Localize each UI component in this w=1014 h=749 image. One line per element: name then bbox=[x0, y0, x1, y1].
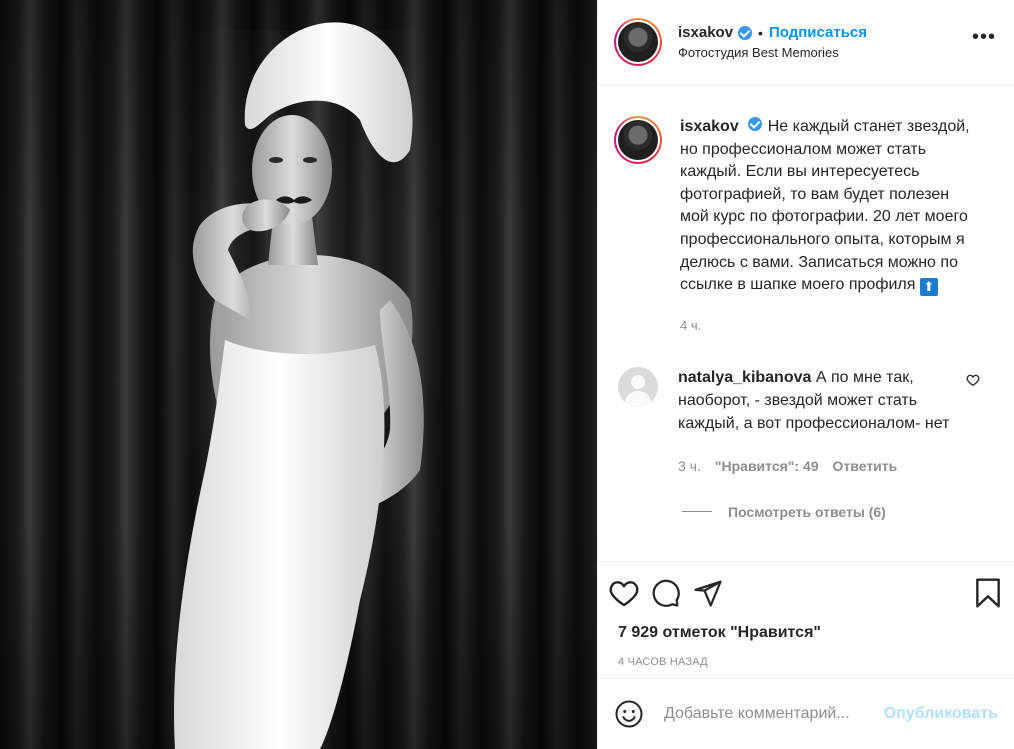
comment-meta: 3 ч. "Нравится": 49 Ответить bbox=[678, 455, 953, 478]
share-button[interactable] bbox=[690, 575, 726, 611]
like-button[interactable] bbox=[606, 575, 642, 611]
publish-button[interactable]: Опубликовать bbox=[884, 705, 998, 723]
save-button[interactable] bbox=[970, 575, 1006, 611]
post-actions: 7 929 отметок "Нравится" 4 часов назад bbox=[598, 561, 1014, 668]
verified-badge-icon bbox=[738, 25, 753, 40]
verified-badge-icon bbox=[747, 117, 762, 131]
likes-count[interactable]: 7 929 отметок "Нравится" bbox=[598, 610, 1014, 642]
post-side-panel: isxakov • Подписаться Фотостудия Best Me… bbox=[597, 0, 1014, 749]
comments-scroll-area[interactable]: isxakov Не каждый станет звездой, но проф… bbox=[598, 86, 1014, 560]
woman-in-towel-figure bbox=[174, 22, 424, 749]
comment-item: natalya_kibanova А по мне так, наоборот,… bbox=[598, 367, 1014, 477]
caption-time[interactable]: 4 ч. bbox=[680, 315, 980, 338]
instagram-post: isxakov • Подписаться Фотостудия Best Me… bbox=[0, 0, 1014, 749]
post-location[interactable]: Фотостудия Best Memories bbox=[678, 45, 867, 60]
separator-dot: • bbox=[758, 24, 763, 41]
caption-author-avatar[interactable] bbox=[614, 116, 662, 164]
bookmark-icon bbox=[976, 578, 1000, 608]
comment-likes[interactable]: "Нравится": 49 bbox=[715, 455, 819, 478]
add-comment-bar: Опубликовать bbox=[598, 678, 1014, 749]
up-arrow-emoji-icon: ⬆ bbox=[919, 278, 938, 297]
comment-input[interactable] bbox=[664, 705, 884, 723]
heart-small-icon[interactable] bbox=[966, 373, 980, 387]
comment-body: natalya_kibanova А по мне так, наоборот,… bbox=[678, 367, 953, 477]
reply-button[interactable]: Ответить bbox=[833, 455, 898, 478]
caption-body: isxakov Не каждый станет звездой, но проф… bbox=[680, 116, 980, 337]
author-username[interactable]: isxakov bbox=[678, 24, 733, 41]
post-header: isxakov • Подписаться Фотостудия Best Me… bbox=[598, 0, 1014, 85]
comment-username[interactable]: natalya_kibanova bbox=[678, 369, 811, 386]
heart-icon bbox=[609, 581, 639, 607]
more-options-icon[interactable]: ••• bbox=[972, 27, 996, 47]
smile-icon[interactable] bbox=[614, 699, 644, 729]
comment-bubble-icon bbox=[652, 579, 680, 607]
comment-time[interactable]: 3 ч. bbox=[678, 455, 701, 478]
caption-username[interactable]: isxakov bbox=[680, 118, 739, 135]
posted-time[interactable]: 4 часов назад bbox=[598, 642, 1014, 668]
view-replies-button[interactable]: Посмотреть ответы (6) bbox=[682, 504, 1014, 520]
author-avatar[interactable] bbox=[614, 18, 662, 66]
comment-button[interactable] bbox=[648, 575, 684, 611]
view-replies-label: Посмотреть ответы (6) bbox=[728, 503, 886, 520]
commenter-avatar[interactable] bbox=[618, 367, 658, 408]
follow-button[interactable]: Подписаться bbox=[769, 24, 867, 41]
header-text: isxakov • Подписаться Фотостудия Best Me… bbox=[678, 24, 867, 60]
paper-plane-icon bbox=[694, 580, 722, 607]
post-photo[interactable] bbox=[0, 0, 597, 749]
post-caption: isxakov Не каждый станет звездой, но проф… bbox=[598, 116, 1014, 337]
action-icons bbox=[598, 562, 1014, 610]
caption-text: Не каждый станет звездой, но профессиона… bbox=[680, 118, 970, 294]
view-replies-line bbox=[682, 511, 712, 513]
